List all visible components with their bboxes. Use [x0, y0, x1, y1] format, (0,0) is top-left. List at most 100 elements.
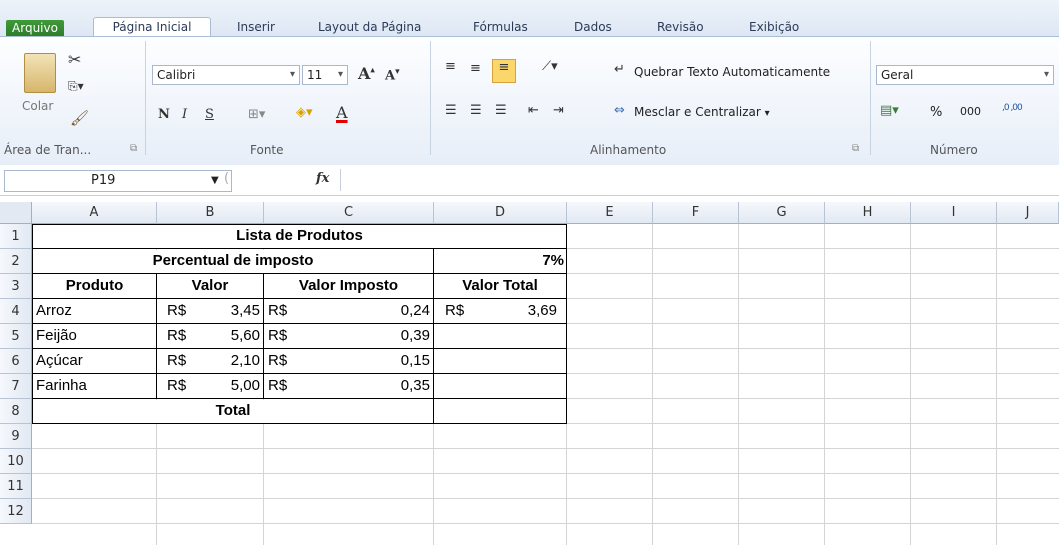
align-right-icon[interactable]: ☰ — [495, 103, 507, 118]
dialog-launcher-icon[interactable]: ⧉ — [130, 143, 137, 154]
ribbon-tabs: Arquivo Página Inicial Inserir Layout da… — [0, 0, 1059, 38]
header-produto[interactable]: Produto — [33, 274, 156, 298]
tab-inserir[interactable]: Inserir — [235, 19, 277, 36]
font-color-icon[interactable]: A — [336, 103, 348, 122]
sheet-title[interactable]: Lista de Produtos — [33, 224, 566, 248]
tab-arquivo[interactable]: Arquivo — [6, 20, 64, 36]
column-header[interactable]: A — [32, 202, 157, 224]
column-header[interactable]: B — [157, 202, 264, 224]
fill-color-icon[interactable]: ◈▾ — [296, 105, 313, 120]
increase-indent-icon[interactable]: ⇥ — [553, 103, 564, 118]
row-header[interactable]: 9 — [0, 424, 32, 449]
font-name-field[interactable]: Calibri ▾ — [152, 65, 300, 85]
format-painter-icon[interactable]: 🖌 — [70, 109, 89, 127]
name-box[interactable]: P19 ▼ — [4, 170, 232, 192]
select-all-button[interactable] — [0, 202, 32, 224]
row-header[interactable]: 1 — [0, 224, 32, 249]
percent-button[interactable]: % — [930, 105, 942, 120]
product-valor[interactable]: 5,60 — [190, 324, 260, 348]
tab-dados[interactable]: Dados — [572, 19, 614, 36]
product-imposto[interactable]: 0,15 — [300, 349, 430, 373]
column-header[interactable]: C — [264, 202, 434, 224]
orientation-icon[interactable]: ⟋▾ — [542, 59, 558, 74]
row-header[interactable]: 2 — [0, 249, 32, 274]
column-header[interactable]: J — [997, 202, 1059, 224]
row-header[interactable]: 8 — [0, 399, 32, 424]
number-format-field[interactable]: Geral ▾ — [876, 65, 1054, 85]
gridline — [32, 498, 1059, 499]
product-name[interactable]: Arroz — [36, 299, 72, 323]
underline-button[interactable]: S — [205, 107, 214, 122]
tab-layout-da-pagina[interactable]: Layout da Página — [316, 19, 423, 36]
tab-exibicao[interactable]: Exibição — [747, 19, 801, 36]
row-header[interactable]: 4 — [0, 299, 32, 324]
align-center-icon[interactable]: ☰ — [470, 103, 482, 118]
tab-pagina-inicial[interactable]: Página Inicial — [93, 17, 211, 38]
merge-center-icon[interactable]: ⇔ — [614, 103, 625, 118]
product-imposto[interactable]: 0,39 — [300, 324, 430, 348]
tax-value[interactable]: 7% — [434, 249, 564, 273]
column-header[interactable]: E — [567, 202, 653, 224]
insert-function-icon[interactable]: fx — [316, 171, 329, 186]
align-top-icon[interactable]: ≡ — [445, 59, 456, 74]
copy-icon[interactable]: ⎘▾ — [68, 79, 84, 94]
row-header[interactable]: 5 — [0, 324, 32, 349]
align-left-icon[interactable]: ☰ — [445, 103, 457, 118]
product-imposto[interactable]: 0,24 — [300, 299, 430, 323]
row-header[interactable]: 3 — [0, 274, 32, 299]
row-header[interactable]: 7 — [0, 374, 32, 399]
wrap-text-button[interactable]: Quebrar Texto Automaticamente — [634, 65, 830, 79]
column-header[interactable]: F — [653, 202, 739, 224]
total-label[interactable]: Total — [33, 399, 433, 423]
bold-button[interactable]: N — [158, 107, 170, 122]
font-size-field[interactable]: 11 ▾ — [302, 65, 348, 85]
product-valor[interactable]: 5,00 — [190, 374, 260, 398]
product-name[interactable]: Açúcar — [36, 349, 83, 373]
currency-icon[interactable]: ▤▾ — [880, 103, 899, 118]
header-valor-total[interactable]: Valor Total — [434, 274, 566, 298]
paste-button-label[interactable]: Colar — [22, 99, 53, 113]
column-header[interactable]: G — [739, 202, 825, 224]
product-imposto[interactable]: 0,35 — [300, 374, 430, 398]
chevron-down-icon[interactable]: ▾ — [765, 108, 770, 119]
row-header[interactable]: 10 — [0, 449, 32, 474]
header-valor-imposto[interactable]: Valor Imposto — [264, 274, 433, 298]
borders-icon[interactable]: ⊞▾ — [248, 107, 265, 122]
cut-icon[interactable]: ✂ — [68, 50, 81, 69]
italic-button[interactable]: I — [182, 107, 187, 122]
product-total[interactable]: 3,69 — [480, 299, 557, 323]
formula-input[interactable] — [340, 169, 1056, 191]
tax-label[interactable]: Percentual de imposto — [33, 249, 433, 273]
column-header[interactable]: D — [434, 202, 567, 224]
align-middle-icon[interactable]: ≡ — [470, 61, 481, 76]
product-name[interactable]: Farinha — [36, 374, 87, 398]
dialog-launcher-icon[interactable]: ⧉ — [852, 143, 859, 154]
thousands-button[interactable]: 000 — [960, 105, 981, 118]
align-bottom-icon[interactable]: ≡ — [492, 59, 516, 83]
chevron-down-icon[interactable]: ▾ — [290, 66, 295, 84]
table-border — [32, 248, 567, 249]
grow-font-icon[interactable]: A▴ — [358, 64, 375, 83]
tab-formulas[interactable]: Fórmulas — [471, 19, 530, 36]
row-header[interactable]: 6 — [0, 349, 32, 374]
row-header[interactable]: 12 — [0, 499, 32, 524]
paste-icon[interactable] — [24, 53, 56, 93]
tab-revisao[interactable]: Revisão — [655, 19, 706, 36]
column-header[interactable]: I — [911, 202, 997, 224]
product-valor[interactable]: 3,45 — [190, 299, 260, 323]
header-valor[interactable]: Valor — [157, 274, 263, 298]
chevron-down-icon[interactable]: ▼ — [211, 171, 219, 191]
table-border — [32, 423, 567, 424]
currency-symbol: R$ — [167, 352, 187, 369]
shrink-font-icon[interactable]: A▾ — [385, 67, 400, 83]
row-header[interactable]: 11 — [0, 474, 32, 499]
product-name[interactable]: Feijão — [36, 324, 77, 348]
chevron-down-icon[interactable]: ▾ — [1044, 66, 1049, 84]
column-header[interactable]: H — [825, 202, 911, 224]
chevron-down-icon[interactable]: ▾ — [338, 66, 343, 84]
merge-center-button[interactable]: Mesclar e Centralizar ▾ — [634, 105, 770, 119]
decrease-indent-icon[interactable]: ⇤ — [528, 103, 539, 118]
wrap-text-icon[interactable]: ↵ — [614, 62, 625, 77]
product-valor[interactable]: 2,10 — [190, 349, 260, 373]
decimal-buttons[interactable]: ,0 ,00 — [1002, 103, 1023, 113]
